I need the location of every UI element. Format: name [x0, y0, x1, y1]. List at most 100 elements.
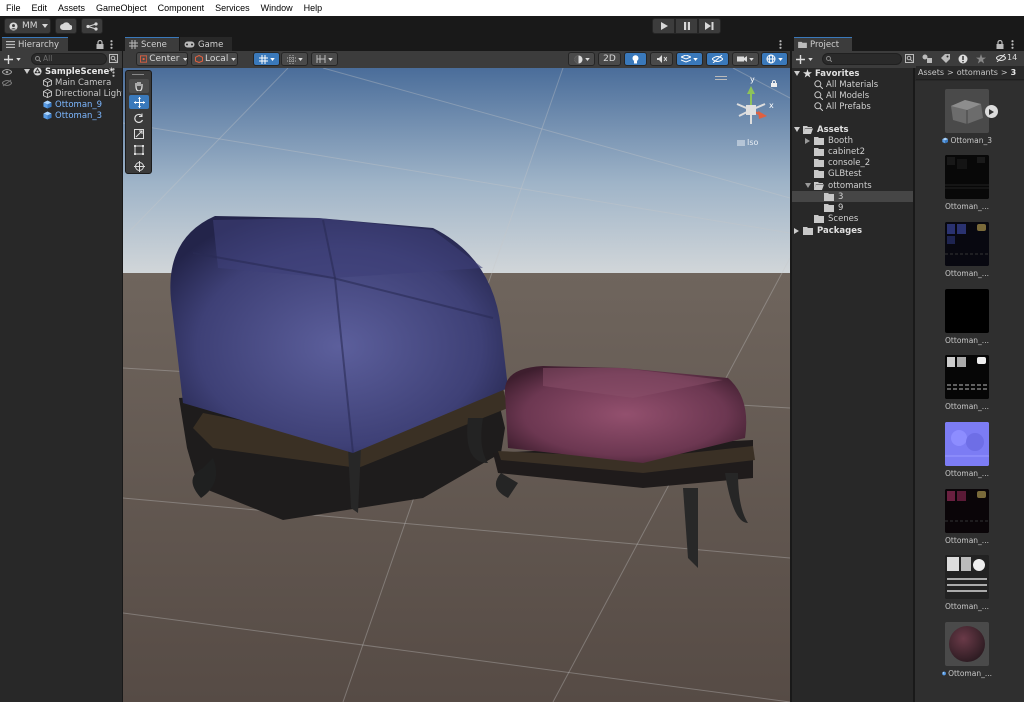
- move-tool-button[interactable]: [129, 95, 149, 109]
- menu-help[interactable]: Help: [298, 3, 328, 13]
- expand-prefab-button[interactable]: [985, 105, 998, 118]
- texture-preview: [945, 222, 989, 266]
- favorite-all-prefabs[interactable]: All Prefabs: [814, 101, 871, 112]
- increment-snap-button[interactable]: [281, 52, 308, 66]
- hidden-packages-toggle[interactable]: 14: [996, 53, 1017, 62]
- hierarchy-item-ottoman-9[interactable]: Ottoman_9: [43, 99, 102, 110]
- plus-icon: [796, 55, 805, 64]
- asset-item[interactable]: Ottoman_...: [945, 222, 990, 278]
- cloud-button[interactable]: [55, 18, 77, 34]
- folder-booth[interactable]: Booth: [805, 135, 853, 146]
- transform-tool-button[interactable]: [129, 159, 149, 173]
- asset-item[interactable]: Ottoman_...: [945, 422, 990, 478]
- scene-visibility-toggle[interactable]: [706, 52, 729, 66]
- folder-glbtest[interactable]: GLBtest: [814, 168, 861, 179]
- visibility-icon[interactable]: [2, 69, 12, 75]
- menu-edit[interactable]: Edit: [26, 3, 53, 13]
- tab-project[interactable]: Project: [794, 37, 852, 51]
- asset-item[interactable]: Ottoman_...: [945, 355, 990, 411]
- breadcrumb-assets[interactable]: Assets: [918, 68, 944, 77]
- play-button[interactable]: [652, 18, 675, 34]
- warning-icon[interactable]: [958, 54, 968, 64]
- filter-by-type-icon[interactable]: [922, 54, 932, 63]
- asset-item[interactable]: Ottoman_...: [945, 289, 990, 345]
- menu-gameobject[interactable]: GameObject: [90, 3, 152, 13]
- hand-tool-button[interactable]: [129, 79, 149, 93]
- asset-item[interactable]: Ottoman_...: [942, 622, 992, 678]
- favorite-all-models[interactable]: All Models: [814, 90, 869, 101]
- scene-name: SampleScene*: [45, 66, 114, 77]
- step-button[interactable]: [698, 18, 721, 34]
- folder-console-2[interactable]: console_2: [814, 157, 870, 168]
- pickable-icon[interactable]: [2, 79, 12, 87]
- align-button[interactable]: [311, 52, 338, 66]
- shading-mode-dropdown[interactable]: [568, 52, 595, 66]
- scale-tool-button[interactable]: [129, 127, 149, 141]
- filter-icon[interactable]: [109, 54, 118, 63]
- menu-services[interactable]: Services: [209, 3, 255, 13]
- more-options-icon[interactable]: [779, 40, 782, 49]
- assets-label: Assets: [817, 124, 849, 135]
- tab-scene[interactable]: Scene: [125, 37, 179, 51]
- menu-file[interactable]: File: [0, 3, 26, 13]
- more-options-icon[interactable]: [1011, 40, 1014, 49]
- gizmos-dropdown[interactable]: [761, 52, 788, 66]
- folder-ottomants[interactable]: ottomants: [805, 180, 872, 191]
- favorite-star-icon[interactable]: [976, 54, 986, 64]
- favorite-all-materials[interactable]: All Materials: [814, 79, 878, 90]
- hierarchy-item-directional-light[interactable]: Directional Light: [43, 88, 125, 99]
- scene-row[interactable]: SampleScene*: [24, 66, 114, 77]
- menu-component[interactable]: Component: [152, 3, 210, 13]
- chevron-down-icon: [269, 57, 275, 61]
- pause-button[interactable]: [675, 18, 698, 34]
- account-dropdown[interactable]: MM: [4, 18, 51, 34]
- toggle-2d-button[interactable]: 2D: [598, 52, 621, 66]
- asset-item[interactable]: Ottoman_...: [945, 155, 990, 211]
- collab-button[interactable]: [81, 18, 103, 34]
- hierarchy-item-main-camera[interactable]: Main Camera: [43, 77, 111, 88]
- lighting-toggle[interactable]: [624, 52, 647, 66]
- packages-row[interactable]: Packages: [794, 225, 862, 236]
- lock-icon[interactable]: [996, 40, 1004, 49]
- scene-options-icon[interactable]: [112, 68, 115, 77]
- audio-toggle[interactable]: [650, 52, 673, 66]
- rect-tool-button[interactable]: [129, 143, 149, 157]
- folder-9[interactable]: 9: [824, 202, 843, 213]
- project-create-dropdown[interactable]: [796, 54, 816, 65]
- hierarchy-item-ottoman-3[interactable]: Ottoman_3: [43, 110, 102, 121]
- scene-viewport[interactable]: y x Iso: [123, 68, 790, 702]
- tab-hierarchy[interactable]: Hierarchy: [2, 37, 68, 51]
- rotate-tool-button[interactable]: [129, 111, 149, 125]
- folder-cabinet2[interactable]: cabinet2: [814, 146, 865, 157]
- breadcrumb-current[interactable]: 3: [1011, 68, 1017, 77]
- project-search-input[interactable]: [822, 53, 902, 65]
- label-tag-icon[interactable]: [941, 54, 950, 63]
- grid-snap-button[interactable]: [253, 52, 280, 66]
- folder-scenes[interactable]: Scenes: [814, 213, 858, 224]
- tab-game[interactable]: Game: [180, 37, 232, 51]
- breadcrumb-ottomants[interactable]: ottomants: [957, 68, 998, 77]
- gizmo-lock-icon[interactable]: [771, 80, 777, 87]
- more-options-icon[interactable]: [110, 40, 113, 49]
- camera-settings-dropdown[interactable]: [732, 52, 759, 66]
- hierarchy-search-input[interactable]: All: [31, 53, 107, 65]
- play-icon: [660, 22, 668, 30]
- search-by-type-icon[interactable]: [905, 54, 914, 63]
- lock-icon[interactable]: [96, 40, 104, 49]
- space-mode-dropdown[interactable]: Local: [191, 52, 238, 66]
- menu-window[interactable]: Window: [255, 3, 298, 13]
- pivot-mode-dropdown[interactable]: Center: [136, 52, 188, 66]
- menu-assets[interactable]: Assets: [52, 3, 90, 13]
- folder-3[interactable]: 3: [824, 191, 843, 202]
- assets-root-row[interactable]: Assets: [794, 124, 849, 135]
- texture-thumbnail: [945, 422, 989, 466]
- chevron-down-icon: [584, 57, 590, 61]
- asset-item[interactable]: Ottoman_3: [942, 89, 998, 145]
- asset-label: Ottoman_...: [945, 202, 989, 211]
- projection-toggle[interactable]: Iso: [737, 138, 758, 147]
- effects-dropdown[interactable]: [676, 52, 703, 66]
- favorites-row[interactable]: Favorites: [794, 68, 859, 79]
- asset-item[interactable]: Ottoman_...: [945, 555, 990, 611]
- asset-item[interactable]: Ottoman_...: [945, 489, 990, 545]
- create-dropdown[interactable]: [4, 54, 24, 65]
